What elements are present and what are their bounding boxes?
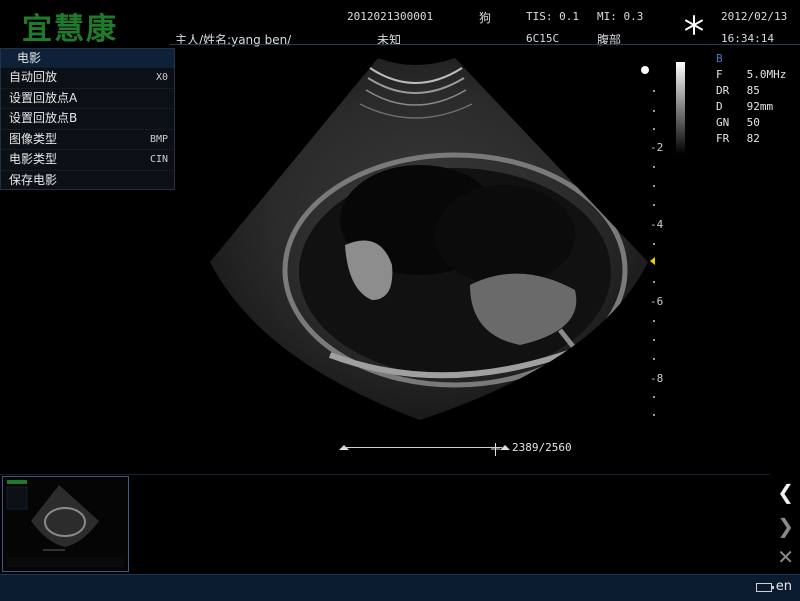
depth-tick <box>653 339 655 341</box>
language-indicator[interactable]: en <box>776 579 792 594</box>
param-row: GN 50 <box>716 116 760 129</box>
depth-tick <box>653 204 655 206</box>
param-row: D 92mm <box>716 100 774 113</box>
depth-tick <box>653 166 655 168</box>
menu-item-save-cine[interactable]: 保存电影 <box>1 169 174 191</box>
depth-label: -6 <box>650 295 664 308</box>
depth-tick <box>653 185 655 187</box>
menu-item-image-type[interactable]: 图像类型 BMP <box>1 128 174 150</box>
depth-tick <box>653 110 655 112</box>
battery-icon <box>756 583 774 592</box>
chevron-right-icon[interactable]: ❯ <box>777 514 794 538</box>
cine-frame-counter: 2389/2560 <box>512 441 572 454</box>
depth-tick <box>653 281 655 283</box>
menu-item-set-point-a[interactable]: 设置回放点A <box>1 87 174 109</box>
close-icon[interactable]: ✕ <box>777 545 794 569</box>
menu-item-set-point-b[interactable]: 设置回放点B <box>1 108 174 129</box>
thumbnail-strip-divider <box>0 474 770 475</box>
depth-tick <box>653 414 655 416</box>
menu-item-cine-type[interactable]: 电影类型 CIN <box>1 149 174 170</box>
cine-cursor-icon[interactable] <box>491 441 500 456</box>
depth-tick <box>653 320 655 322</box>
cine-menu-title: 电影 <box>1 49 174 67</box>
saved-image-thumbnail[interactable] <box>2 476 129 572</box>
cine-menu: 电影 自动回放 X0 设置回放点A 设置回放点B 图像类型 BMP 电影类型 CIN … <box>0 48 175 190</box>
mode-label: B <box>716 52 723 65</box>
depth-label: -2 <box>650 141 664 154</box>
cine-progress-track[interactable] <box>342 447 502 448</box>
depth-label: -4 <box>650 218 664 231</box>
depth-label: -8 <box>650 372 664 385</box>
cine-end-marker-icon[interactable] <box>500 445 510 450</box>
status-bar: en <box>0 574 800 601</box>
chevron-left-icon[interactable]: ❮ <box>777 480 794 504</box>
depth-tick <box>653 396 655 398</box>
menu-item-auto-replay[interactable]: 自动回放 X0 <box>1 67 174 88</box>
grayscale-bar <box>676 62 685 154</box>
param-row: DR 85 <box>716 84 760 97</box>
imaging-params: B F 5.0MHz DR 85 D 92mm GN 50 FR 82 <box>716 51 786 147</box>
param-row: F 5.0MHz <box>716 68 787 81</box>
depth-tick <box>653 243 655 245</box>
depth-marker-top-icon <box>641 66 649 74</box>
param-row: FR 82 <box>716 132 760 145</box>
depth-tick <box>653 128 655 130</box>
depth-tick <box>653 90 655 92</box>
focus-marker-icon[interactable] <box>650 257 655 265</box>
depth-tick <box>653 358 655 360</box>
